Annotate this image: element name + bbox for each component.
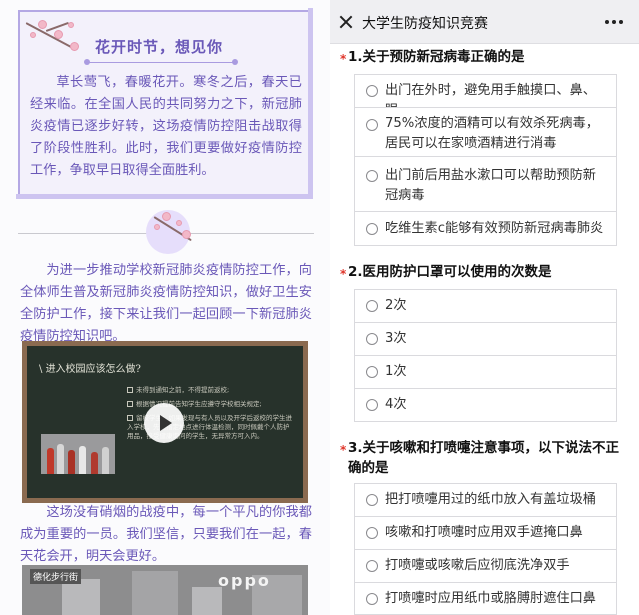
option-label: 1次 <box>385 364 407 379</box>
question-title: * 1.关于预防新冠病毒正确的是 <box>340 47 628 67</box>
page-title: 大学生防疫知识竞赛 <box>362 16 488 32</box>
option-label: 75%浓度的酒精可以有效杀死病毒，居民可以在家喷酒精进行消毒 <box>385 116 599 151</box>
card-title: 花开时节，想见你 <box>95 38 224 56</box>
quiz-panel: 大学生防疫知识竞赛 * 1.关于预防新冠病毒正确的是 出门在外时，避免用手触摸口、… <box>330 0 639 615</box>
radio-button[interactable] <box>366 300 378 312</box>
option-q1-b[interactable]: 75%浓度的酒精可以有效杀死病毒，居民可以在家喷酒精进行消毒 <box>354 107 617 157</box>
article-panel: 花开时节，想见你 草长莺飞，春暖花开。寒冬之后，春天已经来临。在全国人民的共同努… <box>0 0 330 615</box>
option-q2-a[interactable]: 2次 <box>354 289 617 323</box>
blossom-decoration-top <box>24 14 84 54</box>
close-icon[interactable] <box>339 15 353 29</box>
top-bar: 大学生防疫知识竞赛 <box>330 0 639 44</box>
video-board-title: \ 进入校园应该怎么做? <box>39 364 141 375</box>
radio-button[interactable] <box>366 593 378 605</box>
option-label: 咳嗽和打喷嚏时应用双手遮掩口鼻 <box>385 525 583 540</box>
question-title: * 3.关于咳嗽和打喷嚏注意事项，以下说法不正确的是 <box>340 440 620 476</box>
option-label: 吃维生素c能够有效预防新冠病毒肺炎 <box>385 221 604 236</box>
option-q3-d[interactable]: 打喷嚏时应用纸巾或胳膊肘遮住口鼻 <box>354 582 617 615</box>
option-q3-c[interactable]: 打喷嚏或咳嗽后应彻底洗净双手 <box>354 549 617 583</box>
option-label: 4次 <box>385 397 407 412</box>
radio-button[interactable] <box>366 85 378 97</box>
radio-button[interactable] <box>366 494 378 506</box>
option-label: 打喷嚏时应用纸巾或胳膊肘遮住口鼻 <box>385 591 596 606</box>
option-q1-c[interactable]: 出门前后用盐水漱口可以帮助预防新冠病毒 <box>354 156 617 212</box>
option-q3-b[interactable]: 咳嗽和打喷嚏时应用双手遮掩口鼻 <box>354 516 617 550</box>
option-label: 3次 <box>385 331 407 346</box>
closing-paragraph: 这场没有硝烟的战疫中，每一个平凡的你我都成为重要的一员。我们坚信，只要我们在一起… <box>20 505 312 564</box>
title-line-dot <box>232 59 238 65</box>
option-label: 出门前后用盐水漱口可以帮助预防新冠病毒 <box>385 168 596 203</box>
radio-button[interactable] <box>366 333 378 345</box>
play-icon[interactable] <box>144 403 184 443</box>
radio-button[interactable] <box>366 527 378 539</box>
street-image: 德化步行街 oppo <box>22 565 308 615</box>
option-label: 打喷嚏或咳嗽后应彻底洗净双手 <box>385 558 570 573</box>
radio-button[interactable] <box>366 560 378 572</box>
option-label: 把打喷嚏用过的纸巾放入有盖垃圾桶 <box>385 492 596 507</box>
option-q2-d[interactable]: 4次 <box>354 388 617 422</box>
required-mark: * <box>340 443 347 457</box>
question-title: * 2.医用防护口罩可以使用的次数是 <box>340 262 628 282</box>
required-mark: * <box>340 267 347 281</box>
blossom-decoration-middle <box>150 206 200 246</box>
radio-button[interactable] <box>366 119 378 131</box>
intro-paragraph: 为进一步推动学校新冠肺炎疫情防控工作，向全体师生普及新冠肺炎疫情防控知识，做好卫… <box>20 263 312 344</box>
video-player[interactable]: \ 进入校园应该怎么做? 未得到通知之前，不得提前返校; 根据情况提前告知学生应… <box>22 341 308 503</box>
board-line: 未得到通知之前，不得提前返校; <box>127 386 295 395</box>
option-q1-d[interactable]: 吃维生素c能够有效预防新冠病毒肺炎 <box>354 211 617 246</box>
more-icon[interactable] <box>605 20 623 24</box>
title-underline <box>86 62 234 63</box>
option-label: 2次 <box>385 298 407 313</box>
card-text: 草长莺飞，春暖花开。寒冬之后，春天已经来临。在全国人民的共同努力之下，新冠肺炎疫… <box>30 75 302 178</box>
radio-button[interactable] <box>366 399 378 411</box>
store-logo: oppo <box>218 571 271 590</box>
option-q2-c[interactable]: 1次 <box>354 355 617 389</box>
option-q2-b[interactable]: 3次 <box>354 322 617 356</box>
street-sign: 德化步行街 <box>30 569 82 584</box>
video-photo <box>41 434 115 474</box>
option-q1-a[interactable]: 出门在外时，避免用手触摸口、鼻、眼 <box>354 74 617 118</box>
radio-button[interactable] <box>366 223 378 235</box>
required-mark: * <box>340 52 347 66</box>
radio-button[interactable] <box>366 170 378 182</box>
option-q3-a[interactable]: 把打喷嚏用过的纸巾放入有盖垃圾桶 <box>354 483 617 517</box>
radio-button[interactable] <box>366 366 378 378</box>
